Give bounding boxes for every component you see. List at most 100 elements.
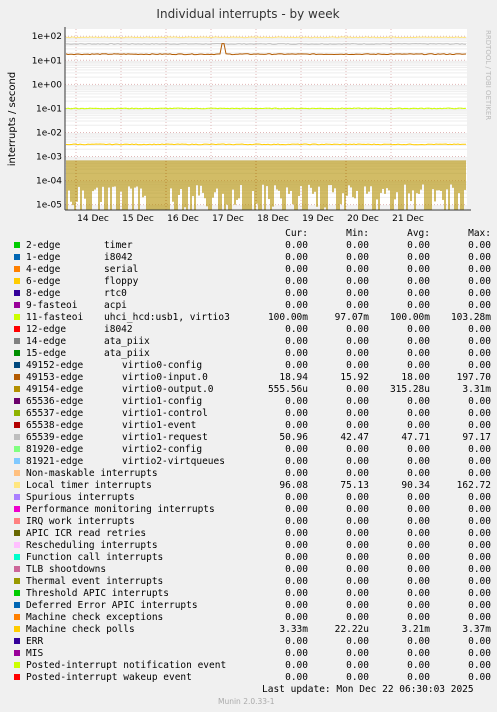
series-name: 8-edge	[26, 288, 61, 299]
legend-row: Local timer interrupts 96.08 75.13 90.34 162…	[12, 480, 491, 492]
value-min: 0.00	[346, 588, 369, 599]
y-tick-label: 1e-05	[36, 201, 62, 211]
value-avg: 0.00	[407, 612, 430, 623]
value-max: 0.00	[468, 648, 491, 659]
value-avg: 0.00	[407, 324, 430, 335]
legend-series-cell: 65536-edge virtio1-config	[12, 396, 258, 408]
value-max: 0.00	[468, 576, 491, 587]
legend-series-cell: 49154-edge virtio0-output.0	[12, 384, 258, 396]
value-cur: 0.00	[285, 408, 308, 419]
legend-row: Spurious interrupts 0.00 0.00 0.00 0.00	[12, 492, 491, 504]
value-max: 0.00	[468, 300, 491, 311]
legend-swatch	[14, 602, 20, 608]
value-min: 0.00	[346, 576, 369, 587]
value-min: 0.00	[346, 336, 369, 347]
series-name: 49154-edge	[26, 384, 84, 395]
value-min: 0.00	[346, 516, 369, 527]
value-min: 0.00	[346, 408, 369, 419]
value-max: 0.00	[468, 348, 491, 359]
series-name: IRQ work interrupts	[26, 516, 135, 527]
legend-row: 49152-edge virtio0-config 0.00 0.00 0.00 0.00	[12, 360, 491, 372]
value-max: 0.00	[468, 276, 491, 287]
series-desc: virtio1-request	[122, 432, 208, 443]
legend-swatch	[14, 254, 20, 260]
legend-series-cell: Posted-interrupt notification event	[12, 660, 258, 672]
legend-row: 49153-edge virtio0-input.0 18.94 15.92 18.00…	[12, 372, 491, 384]
value-min: 0.00	[346, 444, 369, 455]
y-tick-label: 1e+01	[32, 56, 62, 66]
series-name: 9-fasteoi	[26, 300, 78, 311]
series-desc: virtio2-virtqueues	[122, 456, 225, 467]
legend-swatch	[14, 674, 20, 680]
series-desc: floppy	[104, 276, 139, 287]
x-tick-label: 21 Dec	[392, 214, 424, 224]
y-axis-label: interrupts / second	[7, 72, 18, 166]
series-desc: i8042	[104, 252, 133, 263]
value-avg: 0.00	[407, 540, 430, 551]
series-name: 1-edge	[26, 252, 61, 263]
legend-row: 81920-edge virtio2-config 0.00 0.00 0.00 0.00	[12, 444, 491, 456]
value-cur: 0.00	[285, 252, 308, 263]
value-max: 0.00	[468, 468, 491, 479]
legend-swatch	[14, 506, 20, 512]
legend-swatch	[14, 374, 20, 380]
legend-row: 8-edge rtc0 0.00 0.00 0.00 0.00	[12, 288, 491, 300]
value-cur: 0.00	[285, 348, 308, 359]
legend-series-cell: 9-fasteoi acpi	[12, 300, 258, 312]
legend-row: 12-edge i8042 0.00 0.00 0.00 0.00	[12, 324, 491, 336]
series-line	[65, 36, 467, 39]
legend-row: Machine check polls 3.33m 22.22u 3.21m 3.37m	[12, 624, 491, 636]
value-max: 0.00	[468, 408, 491, 419]
value-max: 0.00	[468, 264, 491, 275]
value-avg: 0.00	[407, 396, 430, 407]
value-cur: 0.00	[285, 336, 308, 347]
value-min: 0.00	[346, 420, 369, 431]
legend-series-cell: 4-edge serial	[12, 264, 258, 276]
legend-swatch	[14, 278, 20, 284]
value-min: 0.00	[346, 300, 369, 311]
value-cur: 0.00	[285, 636, 308, 647]
header-cur: Cur:	[285, 228, 308, 239]
legend-swatch	[14, 530, 20, 536]
value-min: 0.00	[346, 600, 369, 611]
series-name: 65536-edge	[26, 396, 84, 407]
value-max: 0.00	[468, 444, 491, 455]
value-cur: 0.00	[285, 264, 308, 275]
legend-series-cell: Performance monitoring interrupts	[12, 504, 258, 516]
legend-swatch	[14, 494, 20, 500]
legend-swatch	[14, 578, 20, 584]
value-cur: 0.00	[285, 660, 308, 671]
series-name: 6-edge	[26, 276, 61, 287]
legend-row: IRQ work interrupts 0.00 0.00 0.00 0.00	[12, 516, 491, 528]
value-cur: 0.00	[285, 444, 308, 455]
value-max: 0.00	[468, 252, 491, 263]
legend-series-cell: 81921-edge virtio2-virtqueues	[12, 456, 258, 468]
series-name: 14-edge	[26, 336, 67, 347]
series-name: 12-edge	[26, 324, 67, 335]
legend-row: 65539-edge virtio1-request 50.96 42.47 47.71…	[12, 432, 491, 444]
value-cur: 96.08	[279, 480, 308, 491]
value-max: 0.00	[468, 396, 491, 407]
value-avg: 0.00	[407, 672, 430, 683]
value-cur: 0.00	[285, 504, 308, 515]
value-min: 0.00	[346, 324, 369, 335]
value-cur: 0.00	[285, 600, 308, 611]
value-avg: 0.00	[407, 408, 430, 419]
legend-swatch	[14, 662, 20, 668]
value-max: 0.00	[468, 360, 491, 371]
value-max: 0.00	[468, 504, 491, 515]
value-avg: 0.00	[407, 552, 430, 563]
value-max: 0.00	[468, 540, 491, 551]
legend-series-cell: 49153-edge virtio0-input.0	[12, 372, 258, 384]
series-name: ERR	[26, 636, 44, 647]
x-tick-label: 20 Dec	[347, 214, 379, 224]
value-min: 22.22u	[334, 624, 369, 635]
value-avg: 0.00	[407, 420, 430, 431]
value-min: 0.00	[346, 456, 369, 467]
rrdtool-credit: RRDTOOL / TOBI OETIKER	[484, 30, 492, 120]
value-cur: 555.56u	[267, 384, 308, 395]
legend-series-cell: 6-edge floppy	[12, 276, 258, 288]
value-cur: 0.00	[285, 672, 308, 683]
y-tick-label: 1e-04	[36, 177, 62, 187]
value-avg: 0.00	[407, 444, 430, 455]
